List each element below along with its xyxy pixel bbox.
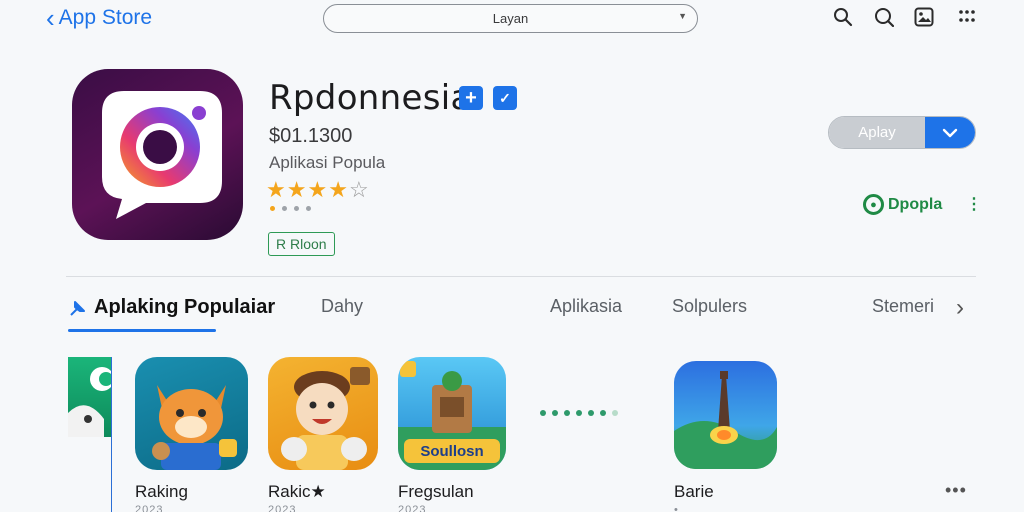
app-card-subtitle: 2023 [268, 504, 297, 512]
active-tab-indicator [68, 329, 216, 332]
page-dot [270, 206, 275, 211]
app-tag[interactable]: R Rloon [268, 232, 335, 256]
app-card-image[interactable] [135, 357, 248, 470]
star-filled-icon: ★ [328, 177, 349, 202]
top-bar: ‹ App Store Layan ▼ [0, 0, 1024, 40]
page-dots [270, 206, 311, 211]
search-icon[interactable] [832, 6, 854, 28]
app-card-title[interactable]: Barie [674, 482, 714, 502]
tab-popular-list[interactable]: Solpulers [672, 296, 747, 317]
app-card-subtitle: • [674, 504, 679, 512]
grid-icon[interactable] [956, 6, 978, 28]
page-dot [306, 206, 311, 211]
app-card-title[interactable]: Rakic★ [268, 482, 326, 502]
search-value: Layan [492, 11, 529, 26]
app-card-banner-text: Soullosn [420, 443, 483, 460]
app-card-title[interactable]: Raking [135, 482, 188, 502]
loading-dot [612, 410, 618, 416]
photo-icon[interactable] [913, 6, 935, 28]
app-card-subtitle: 2023 [398, 504, 427, 512]
tab-label: Aplaking Populaiar [94, 296, 276, 318]
tab-popular[interactable]: Aplaking Populaiar [68, 296, 275, 319]
chevron-down-icon[interactable] [925, 117, 975, 148]
page-dot [294, 206, 299, 211]
star-filled-icon: ★ [266, 177, 287, 202]
tab-daily[interactable]: Dahy [321, 296, 363, 317]
partial-app-icon[interactable] [68, 357, 112, 437]
more-horizontal-icon[interactable]: ••• [945, 480, 967, 501]
chevron-left-icon: ‹ [46, 3, 55, 33]
loading-dot [552, 410, 558, 416]
page-dot [282, 206, 287, 211]
app-card-subtitle: 2023 [135, 504, 164, 512]
dropdown-caret-icon: ▼ [678, 11, 687, 21]
app-subtitle: Aplikasi Popula [269, 153, 386, 172]
app-title: Rpdonnesia [269, 78, 472, 118]
chevron-right-icon[interactable]: › [956, 294, 964, 322]
back-button[interactable]: ‹ App Store [46, 4, 152, 32]
loading-dot [540, 410, 546, 416]
rating-stars: ★★★★☆ [266, 177, 370, 203]
get-button[interactable]: Aplay [828, 116, 976, 149]
star-filled-icon: ★ [307, 177, 329, 202]
popula-label: Dpopla [888, 195, 943, 213]
divider [66, 276, 976, 277]
star-filled-icon: ★ [286, 177, 308, 202]
get-button-label[interactable]: Aplay [829, 117, 925, 148]
loading-dot [588, 410, 594, 416]
loading-dot [600, 410, 606, 416]
app-card-image[interactable] [268, 357, 378, 470]
popula-link[interactable]: ● Dpopla [863, 194, 942, 215]
loading-dots [540, 410, 618, 416]
app-icon [72, 69, 243, 240]
app-price: $01.1300 [269, 125, 353, 147]
search-alt-icon[interactable] [873, 6, 895, 28]
star-empty-icon: ☆ [348, 177, 370, 202]
scroll-divider [111, 357, 112, 512]
back-label: App Store [58, 6, 153, 29]
tab-apps[interactable]: Aplikasia [550, 296, 622, 317]
app-card-image[interactable]: Soullosn [398, 357, 506, 470]
popula-icon: ● [863, 194, 884, 215]
pin-icon [70, 300, 85, 316]
app-card-title[interactable]: Fregsulan [398, 482, 474, 502]
app-card-image[interactable] [674, 361, 777, 469]
search-input[interactable]: Layan ▼ [323, 4, 698, 33]
loading-dot [576, 410, 582, 416]
loading-dot [564, 410, 570, 416]
plus-badge-icon: + [459, 86, 483, 110]
tab-more[interactable]: Stemeri [872, 296, 934, 317]
more-vertical-icon[interactable]: ⋮ [966, 194, 982, 214]
verified-badge-icon: ✓ [493, 86, 517, 110]
